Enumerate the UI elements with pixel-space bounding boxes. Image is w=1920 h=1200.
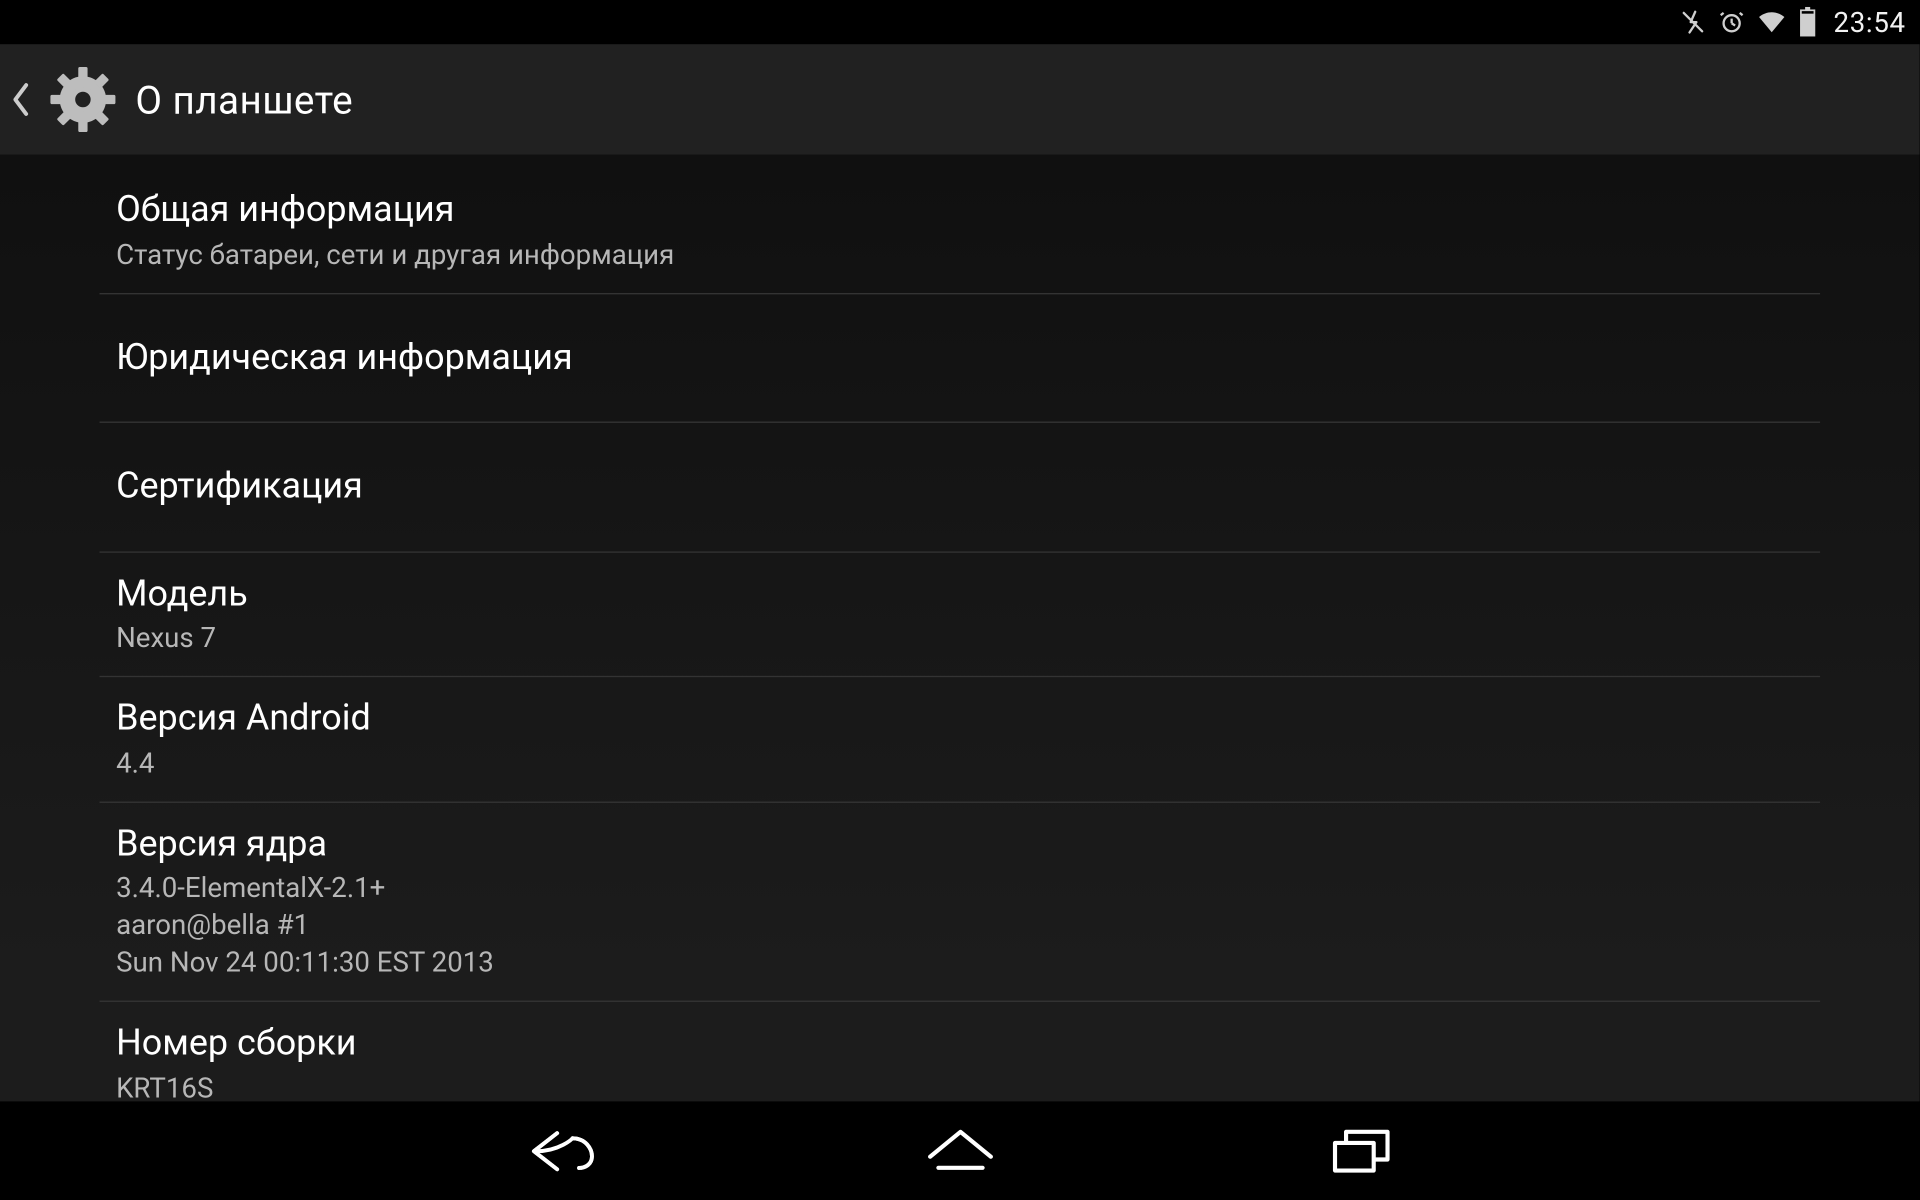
row-title: Сертификация [116,464,1803,509]
row-title: Номер сборки [116,1021,1803,1066]
alarm-icon [1717,8,1745,36]
screen: 23:54 [0,0,1920,1200]
page-title: О планшете [135,77,353,123]
row-model[interactable]: Модель Nexus 7 [100,552,1821,677]
up-caret-icon[interactable] [11,82,30,118]
row-title: Версия ядра [116,822,1803,867]
row-android-version[interactable]: Версия Android 4.4 [100,677,1821,802]
row-title: Общая информация [116,188,1803,233]
row-subtitle: 4.4 [116,744,1803,781]
battery-icon [1798,7,1817,37]
wifi-icon [1756,8,1786,36]
row-subtitle: KRT16S [116,1069,1803,1101]
status-clock: 23:54 [1833,6,1905,39]
settings-list: Общая информация Статус батареи, сети и … [100,169,1821,1102]
row-legal[interactable]: Юридическая информация [100,294,1821,423]
vibrate-icon [1679,8,1707,36]
nav-home-button[interactable] [911,1103,1008,1200]
content-area[interactable]: Общая информация Статус батареи, сети и … [0,155,1920,1102]
row-status[interactable]: Общая информация Статус батареи, сети и … [100,169,1821,294]
status-bar: 23:54 [0,0,1920,44]
row-subtitle: Nexus 7 [116,619,1803,656]
row-title: Юридическая информация [116,335,1803,380]
row-title: Версия Android [116,697,1803,742]
row-build-number[interactable]: Номер сборки KRT16S [100,1002,1821,1102]
row-certification[interactable]: Сертификация [100,423,1821,552]
device-frame: 23:54 [0,0,1920,1200]
nav-recents-button[interactable] [1312,1103,1409,1200]
row-kernel-version[interactable]: Версия ядра 3.4.0-ElementalX-2.1+ aaron@… [100,802,1821,1002]
settings-gear-icon [44,61,121,138]
action-bar[interactable]: О планшете [0,44,1920,155]
navigation-bar [0,1101,1920,1200]
row-title: Модель [116,571,1803,616]
row-subtitle: 3.4.0-ElementalX-2.1+ aaron@bella #1 Sun… [116,869,1803,981]
nav-back-button[interactable] [511,1103,608,1200]
row-subtitle: Статус батареи, сети и другая информация [116,236,1803,273]
